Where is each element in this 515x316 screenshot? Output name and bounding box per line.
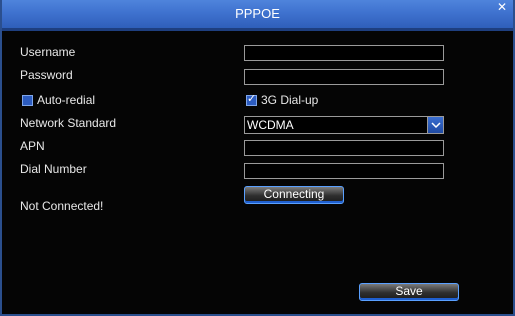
dial-number-label: Dial Number [20,162,87,176]
network-standard-label: Network Standard [20,116,117,130]
dialup-3g-row[interactable]: 3G Dial-up [246,93,318,107]
dial-number-field[interactable] [244,163,444,179]
connecting-button[interactable]: Connecting [244,186,344,204]
chevron-down-icon[interactable] [427,117,443,133]
password-field[interactable] [244,69,444,85]
close-icon[interactable]: ✕ [495,0,509,14]
connection-status: Not Connected! [20,199,104,213]
dialup-3g-checkbox[interactable] [246,93,257,106]
apn-field[interactable] [244,140,444,156]
auto-redial-row[interactable]: Auto-redial [22,93,95,107]
network-standard-value: WCDMA [247,118,294,132]
password-label: Password [20,68,73,82]
username-field[interactable] [244,45,444,61]
dialog-title: PPPOE [235,6,280,21]
network-standard-select[interactable]: WCDMA [244,116,444,134]
auto-redial-label: Auto-redial [37,93,96,107]
title-bar: PPPOE ✕ [2,0,513,31]
dialup-3g-label: 3G Dial-up [261,93,319,107]
save-button[interactable]: Save [359,283,459,301]
auto-redial-checkbox[interactable] [22,94,33,106]
username-label: Username [20,45,76,59]
apn-label: APN [20,139,45,153]
pppoe-dialog: PPPOE ✕ Username Password Auto-redial 3G… [0,0,515,316]
